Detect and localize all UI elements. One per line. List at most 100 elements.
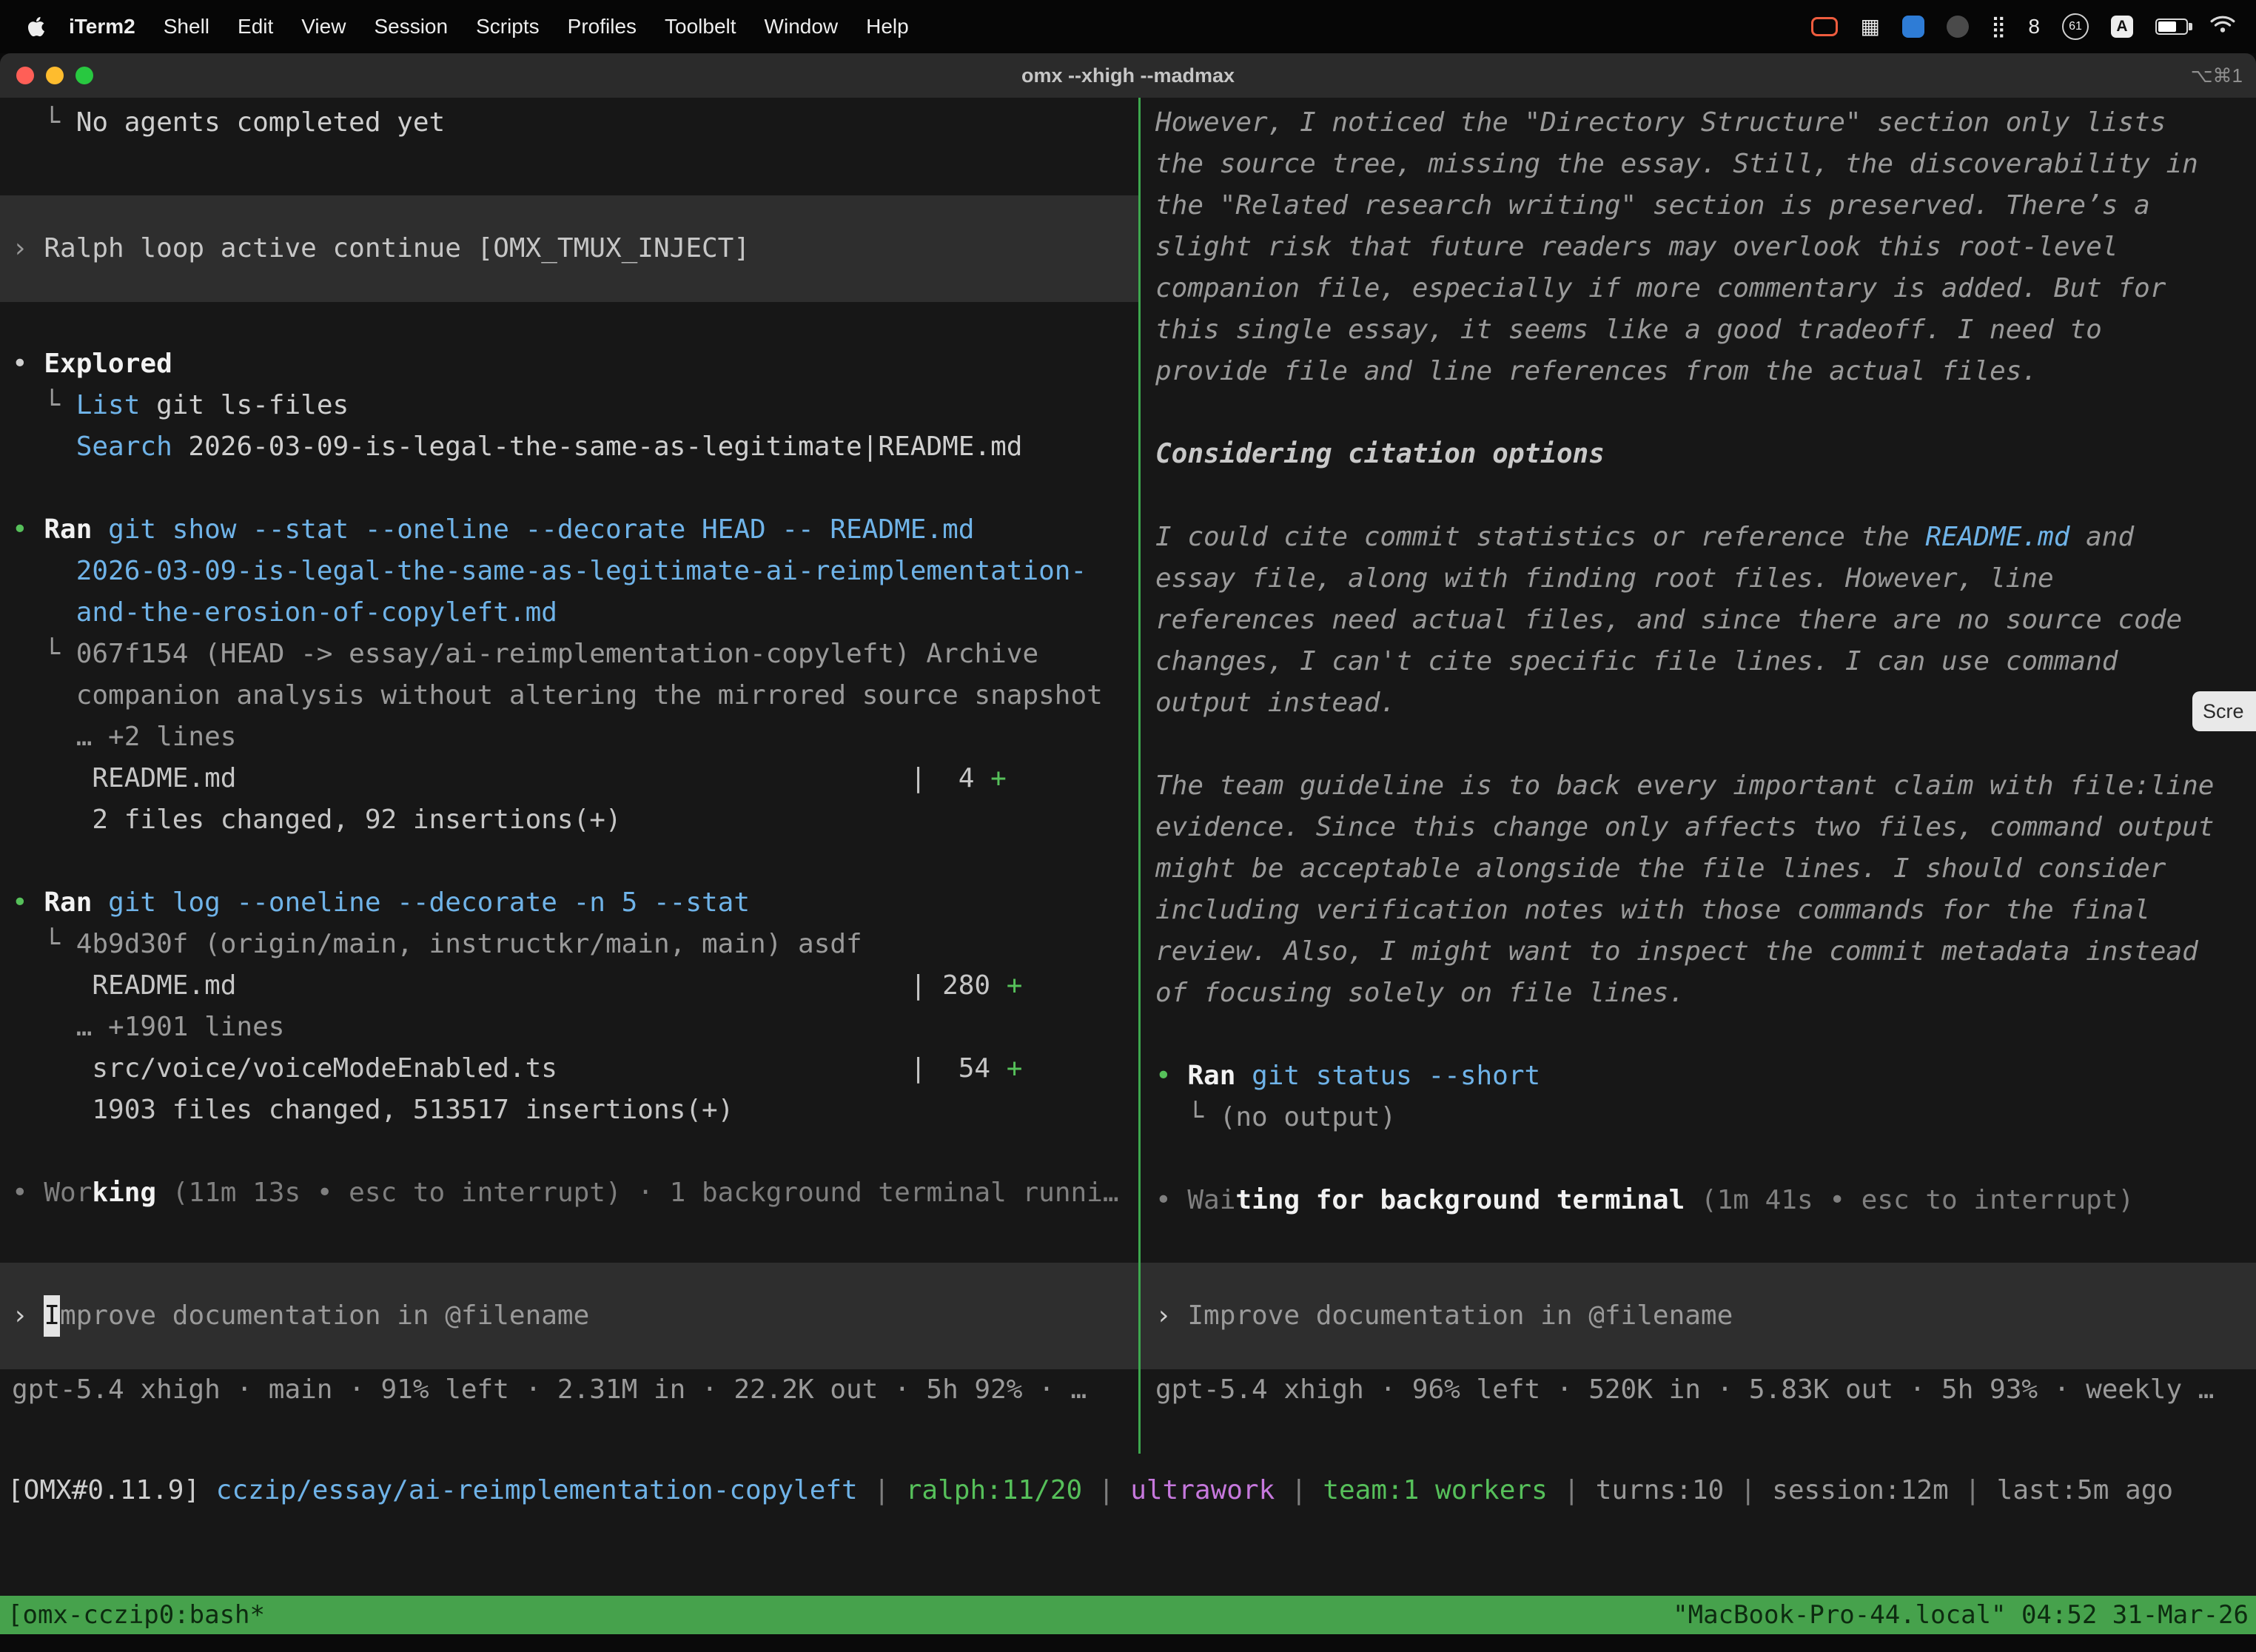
terminal-line: └ (no output) [1141, 1097, 2256, 1138]
terminal-text: | [1949, 1475, 1997, 1505]
terminal-text: evidence. Since this change only affects… [1155, 812, 2214, 842]
zoom-button[interactable] [75, 67, 93, 84]
number-8-icon[interactable]: 8 [2028, 16, 2040, 37]
terminal-text: [OMX#0.11.9] [7, 1475, 216, 1505]
window-title: omx --xhigh --madmax [0, 64, 2256, 87]
terminal-text [12, 556, 76, 586]
terminal-text: git show --stat --oneline --decorate HEA… [108, 514, 974, 545]
menu-item-help[interactable]: Help [852, 15, 923, 38]
menu-item-window[interactable]: Window [751, 15, 853, 38]
terminal-line [1141, 1221, 2256, 1263]
menu-item-shell[interactable]: Shell [150, 15, 224, 38]
screen-recording-icon[interactable] [1811, 17, 1838, 36]
terminal-line: might be acceptable alongside the file l… [1141, 848, 2256, 890]
terminal-line: review. Also, I might want to inspect th… [1141, 931, 2256, 973]
terminal-line: src/voice/voiceModeEnabled.ts | 54 + [0, 1048, 1138, 1089]
right-terminal-pane[interactable]: However, I noticed the "Directory Struct… [1141, 98, 2256, 1454]
terminal-line [1141, 475, 2256, 517]
terminal-text: (no output) [1220, 1102, 1396, 1132]
terminal-text: List [76, 390, 141, 420]
dark-app-icon[interactable] [1947, 16, 1969, 38]
terminal-prompt-box[interactable]: › Improve documentation in @filename [0, 1263, 1138, 1369]
minimize-button[interactable] [46, 67, 64, 84]
terminal-prompt-box[interactable]: › Improve documentation in @filename [1141, 1263, 2256, 1369]
tmux-panes: └ No agents completed yet › Ralph loop a… [0, 98, 2256, 1454]
terminal-text: 067f154 (HEAD -> essay/ai-reimplementati… [76, 639, 1038, 669]
left-terminal-pane[interactable]: └ No agents completed yet › Ralph loop a… [0, 98, 1138, 1454]
terminal-text: Wor [44, 1178, 92, 1208]
terminal-text: 2026-03-09-is-legal-the-same-as-legitima… [76, 556, 1087, 586]
omx-status-bar: [OMX#0.11.9] cczip/essay/ai-reimplementa… [0, 1470, 2256, 1511]
terminal-text: + [1007, 1053, 1023, 1084]
window-shortcut-badge: ⌥⌘1 [2191, 64, 2256, 87]
terminal-line: gpt-5.4 xhigh · main · 91% left · 2.31M … [0, 1369, 1138, 1411]
terminal-text: 2026-03-09-is-legal-the-same-as-legitima… [172, 432, 1023, 462]
terminal-text: cczip/essay/ai-reimplementation-copyleft [216, 1475, 858, 1505]
terminal-line: • Ran git show --stat --oneline --decora… [0, 509, 1138, 551]
menu-item-profiles[interactable]: Profiles [554, 15, 651, 38]
macos-menu-bar: iTerm2 Shell Edit View Session Scripts P… [0, 0, 2256, 53]
terminal-line: • Waiting for background terminal (1m 41… [1141, 1180, 2256, 1221]
terminal-line: gpt-5.4 xhigh · 96% left · 520K in · 5.8… [1141, 1369, 2256, 1411]
window-title-bar[interactable]: omx --xhigh --madmax ⌥⌘1 [0, 53, 2256, 98]
terminal-text: └ [12, 929, 76, 959]
terminal-line: companion analysis without altering the … [0, 675, 1138, 716]
screen-share-tooltip[interactable]: Scre [2192, 691, 2256, 731]
menu-item-toolbelt[interactable]: Toolbelt [651, 15, 751, 38]
terminal-text: └ [12, 107, 76, 138]
terminal-line: Considering citation options [1141, 434, 2256, 475]
apple-menu-icon[interactable] [0, 16, 55, 38]
menu-item-session[interactable]: Session [360, 15, 462, 38]
terminal-line: README.md | 4 + [0, 758, 1138, 799]
terminal-text: └ [1155, 1102, 1220, 1132]
terminal-text: › [1155, 1295, 1187, 1337]
terminal-text: last:5m ago [1997, 1475, 2173, 1505]
terminal-text: • [1155, 1185, 1187, 1215]
menu-item-view[interactable]: View [287, 15, 360, 38]
input-source-icon[interactable]: A [2111, 16, 2133, 38]
terminal-text: essay file, along with finding root file… [1155, 563, 2054, 594]
terminal-text: ting for background terminal [1235, 1185, 1685, 1215]
terminal-text: • [1155, 1061, 1187, 1091]
spacer [0, 185, 1138, 195]
terminal-text: king [92, 1178, 156, 1208]
terminal-text: might be acceptable alongside the file l… [1155, 853, 2166, 884]
terminal-line: … +1901 lines [0, 1007, 1138, 1048]
terminal-line [1141, 724, 2256, 765]
dots-grid-icon[interactable]: ⣿ [1991, 16, 2007, 37]
terminal-text: Wai [1187, 1185, 1235, 1215]
terminal-text: including verification notes with those … [1155, 895, 2150, 925]
menu-item-edit[interactable]: Edit [224, 15, 287, 38]
tmux-session-label[interactable]: [omx-cczip0:bash* [7, 1600, 265, 1630]
terminal-line: companion file, especially if more comme… [1141, 268, 2256, 309]
text-cursor: I [44, 1295, 60, 1337]
terminal-line: I could cite commit statistics or refere… [1141, 517, 2256, 558]
tmux-status-bar: [omx-cczip0:bash* "MacBook-Pro-44.local"… [0, 1596, 2256, 1634]
terminal-prompt-box[interactable]: › Ralph loop active continue [OMX_TMUX_I… [0, 195, 1138, 302]
terminal-text: provide file and line references from th… [1155, 356, 2038, 386]
wifi-icon[interactable] [2210, 15, 2235, 39]
terminal-text: 2 files changed, 92 insertions(+) [12, 805, 622, 835]
terminal-line [0, 1131, 1138, 1172]
close-button[interactable] [16, 67, 34, 84]
battery-icon[interactable] [2155, 19, 2188, 35]
terminal-line: of focusing solely on file lines. [1141, 973, 2256, 1014]
menu-item-scripts[interactable]: Scripts [462, 15, 554, 38]
blue-app-icon[interactable] [1902, 16, 1924, 38]
traffic-lights [0, 67, 93, 84]
terminal-text: | [1082, 1475, 1130, 1505]
menu-item-iterm2[interactable]: iTerm2 [55, 15, 150, 38]
terminal-line: └ 4b9d30f (origin/main, instructkr/main,… [0, 924, 1138, 965]
terminal-line: └ No agents completed yet [0, 102, 1138, 144]
terminal-line: • Working (11m 13s • esc to interrupt) ·… [0, 1172, 1138, 1214]
terminal-text: ultrawork [1130, 1475, 1275, 1505]
terminal-text: this single essay, it seems like a good … [1155, 315, 2102, 345]
terminal-line: evidence. Since this change only affects… [1141, 807, 2256, 848]
window-grid-icon[interactable]: ▦ [1860, 16, 1879, 37]
terminal-text: the source tree, missing the essay. Stil… [1155, 149, 2198, 179]
battery-percent-icon[interactable]: 61 [2062, 13, 2089, 40]
terminal-text: 1903 files changed, 513517 insertions(+) [12, 1095, 733, 1125]
terminal-text: (1m 41s • esc to interrupt) [1685, 1185, 2134, 1215]
terminal-text: | [1275, 1475, 1323, 1505]
terminal-text: • [12, 349, 44, 379]
